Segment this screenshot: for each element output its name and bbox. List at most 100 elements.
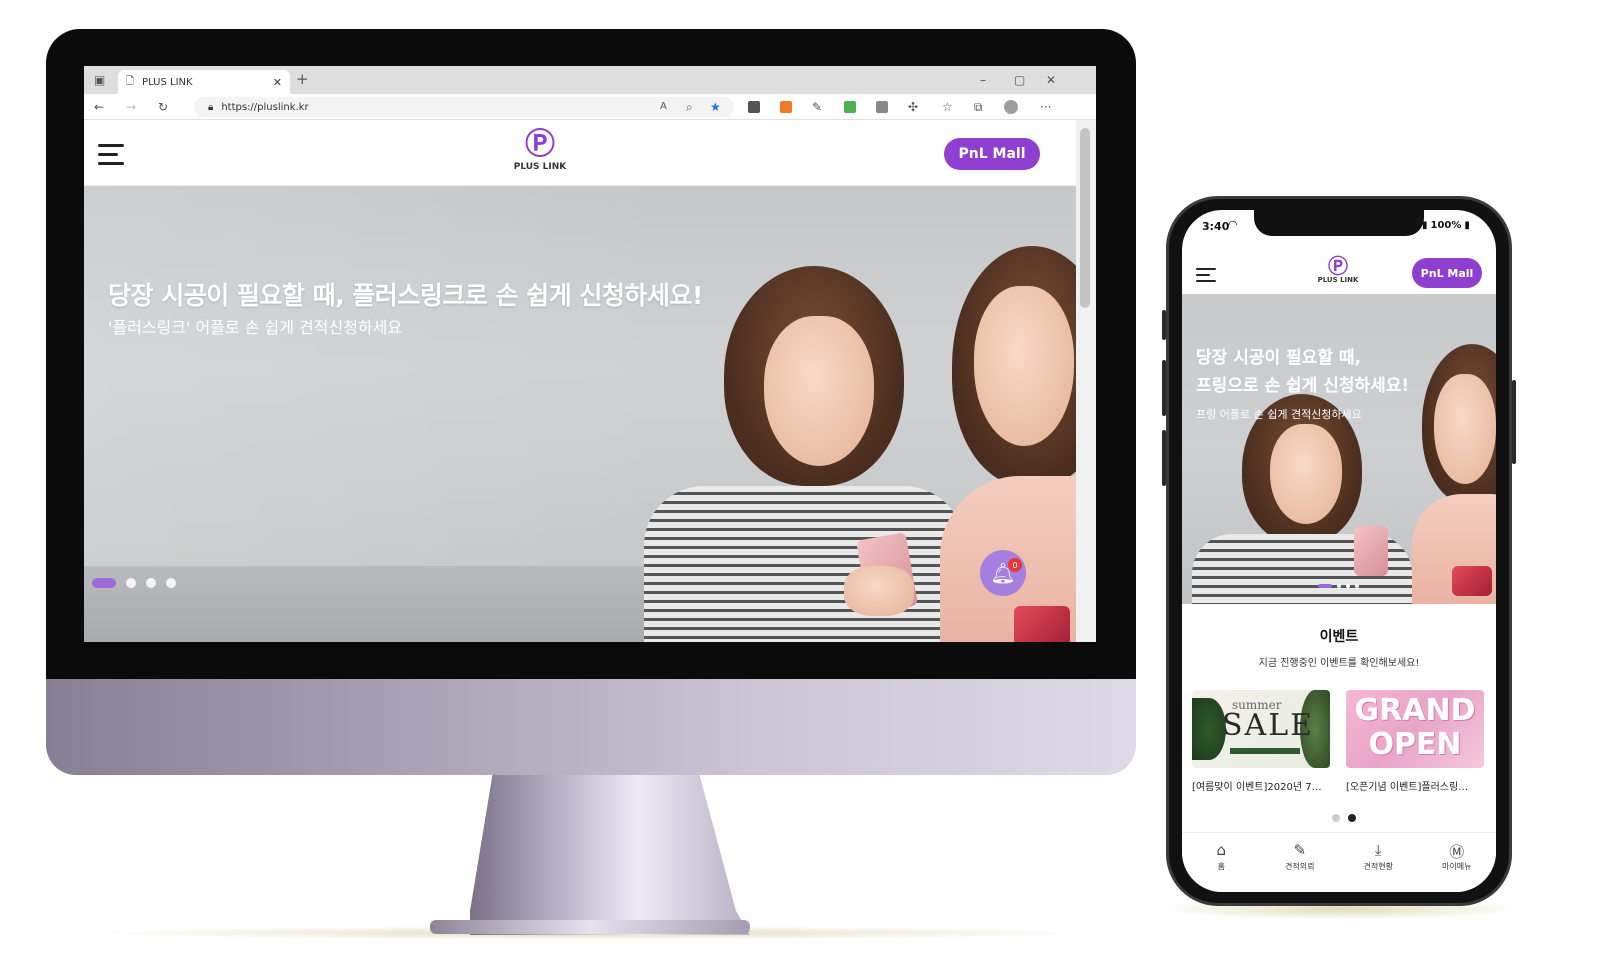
notification-button[interactable]: 🔔︎ [980, 550, 1026, 596]
mobile-hero-banner: 당장 시공이 필요할 때, 프링으로 손 쉽게 신청하세요! 프링 어플로 손 … [1182, 294, 1496, 604]
hero-banner: 당장 시공이 필요할 때, 플러스링크로 손 쉽게 신청하세요! '플러스링크'… [84, 186, 1076, 642]
zoom-icon[interactable]: ⌕ [686, 94, 693, 120]
events-pagination [1332, 814, 1356, 822]
photo-phone [1354, 526, 1388, 576]
read-aloud-icon[interactable]: A [660, 94, 667, 120]
back-icon[interactable]: ← [94, 94, 104, 120]
photo-phone [1014, 606, 1070, 642]
photo-shirt [644, 486, 964, 642]
scroll-thumb[interactable] [1080, 128, 1090, 308]
hero-subtitle: '플러스링크' 어플로 손 쉽게 견적신청하세요 [108, 318, 403, 337]
bottom-navigation: ⌂ 홈 ✎ 견적의뢰 ⤓ 견적현황 Ⓜ 마이메뉴 [1182, 832, 1496, 892]
address-bar[interactable]: 🔒︎ https://pluslink.kr [194, 97, 734, 117]
photo-face [974, 286, 1074, 446]
photo-hands [844, 566, 914, 616]
pen-icon[interactable]: ✎ [812, 94, 822, 120]
mobile-screen: 3:40 ◠ ▮ 100% ▮ Ⓟ PLUS LINK PnL Mall 당장 … [1182, 210, 1496, 892]
minimize-icon[interactable]: – [980, 67, 986, 93]
notification-badge: 0 [1008, 558, 1022, 572]
forward-icon[interactable]: → [126, 94, 136, 120]
status-right: ▮ 100% ▮ [1422, 220, 1470, 231]
monitor-chin [46, 679, 1136, 775]
pnl-mall-button[interactable]: PnL Mall [944, 138, 1040, 170]
logo-mark-icon: Ⓟ [1328, 254, 1348, 278]
favorites-icon[interactable]: ☆ [942, 94, 953, 120]
slide-dot[interactable] [1355, 584, 1359, 588]
phone-side-button [1512, 380, 1516, 464]
events-subtitle: 지금 진행중인 이벤트를 확인해보세요! [1258, 658, 1420, 669]
photo-phone [1452, 566, 1492, 596]
slide-dot[interactable] [1346, 584, 1350, 588]
mobile-hero-title: 당장 시공이 필요할 때, 프링으로 손 쉽게 신청하세요! [1196, 348, 1410, 396]
download-icon: ⤓ [1374, 841, 1382, 859]
mobile-hamburger-icon[interactable] [1196, 268, 1216, 288]
monitor-stand [470, 775, 750, 935]
hamburger-menu-icon[interactable] [98, 144, 124, 171]
nav-quote-request[interactable]: ✎ 견적의뢰 [1270, 841, 1330, 892]
banner-big-text: SALE [1222, 708, 1315, 743]
url-text: https://pluslink.kr [221, 101, 309, 113]
photo-face [764, 316, 874, 466]
extension-icon[interactable] [876, 101, 888, 113]
browser-tab[interactable]: 🗋 PLUS LINK ✕ [118, 70, 290, 94]
leaf-shape [1192, 698, 1226, 760]
mobile-pnl-mall-button[interactable]: PnL Mall [1412, 258, 1482, 288]
slide-dot[interactable] [1348, 814, 1356, 822]
phone-notch [1254, 210, 1424, 236]
mobile-logo[interactable]: Ⓟ PLUS LINK [1298, 256, 1378, 284]
extension-icon[interactable] [844, 101, 856, 113]
slide-dot[interactable] [166, 578, 176, 588]
favorite-star-icon[interactable]: ★ [710, 94, 721, 120]
logo-mark-icon: Ⓟ [525, 127, 555, 162]
tab-title: PLUS LINK [142, 76, 193, 88]
nav-quote-status[interactable]: ⤓ 견적현황 [1348, 841, 1408, 892]
new-tab-icon[interactable]: + [296, 66, 309, 92]
hero-title: 당장 시공이 필요할 때, 플러스링크로 손 쉽게 신청하세요! [108, 281, 703, 310]
page-icon: 🗋 [126, 75, 135, 87]
more-icon[interactable]: ··· [1040, 94, 1051, 120]
extension-icon[interactable] [748, 101, 760, 113]
extension-icon[interactable] [780, 101, 792, 113]
slide-dot[interactable] [92, 578, 116, 588]
close-window-icon[interactable]: ✕ [1046, 67, 1056, 93]
event-caption[interactable]: [오픈기념 이벤트]플러스링… [1346, 778, 1484, 793]
collections-icon[interactable]: ⧉ [974, 94, 983, 120]
site-header: Ⓟ PLUS LINK PnL Mall [84, 120, 1076, 186]
slide-pagination [92, 578, 176, 588]
tab-actions-icon[interactable]: ▣ [94, 67, 105, 93]
slide-dot[interactable] [146, 578, 156, 588]
slide-dot[interactable] [1318, 584, 1332, 588]
banner-big-text: GRAND OPEN [1354, 693, 1476, 762]
slide-dot[interactable] [1332, 814, 1340, 822]
site-logo[interactable]: Ⓟ PLUS LINK [504, 127, 576, 173]
mobile-hero-subtitle: 프링 어플로 손 쉽게 견적신청하세요 [1196, 408, 1362, 421]
events-title: 이벤트 [1319, 629, 1359, 645]
slide-dot[interactable] [126, 578, 136, 588]
photo-face [1434, 374, 1496, 484]
monitor-stand-base [430, 920, 750, 934]
wifi-icon: ◠ [1228, 218, 1238, 231]
browser-toolbar: ← → ↻ 🔒︎ https://pluslink.kr A ⌕ ★ ✎ ✣ ☆… [84, 94, 1096, 120]
lock-icon: 🔒︎ [208, 101, 214, 113]
puzzle-icon[interactable]: ✣ [908, 94, 918, 120]
event-banner-summer-sale[interactable]: summer SALE [1192, 690, 1330, 768]
maximize-icon[interactable]: ▢ [1014, 67, 1025, 93]
event-caption[interactable]: [여름맞이 이벤트]2020년 7… [1192, 778, 1330, 793]
desktop-browser-window: ▣ 🗋 PLUS LINK ✕ + – ▢ ✕ ← → ↻ 🔒︎ https:/… [84, 66, 1096, 642]
logo-text: PLUS LINK [513, 162, 567, 172]
home-icon: ⌂ [1216, 841, 1227, 859]
status-time: 3:40 [1202, 220, 1230, 233]
signal-icon: ▮ [1422, 220, 1428, 231]
close-tab-icon[interactable]: ✕ [273, 76, 282, 89]
nav-home[interactable]: ⌂ 홈 [1191, 841, 1251, 892]
event-banner-grand-open[interactable]: GRAND OPEN [1346, 690, 1484, 768]
battery-text: 100% [1430, 220, 1462, 231]
profile-avatar[interactable] [1004, 100, 1018, 114]
banner-ribbon [1230, 748, 1300, 754]
slide-dot[interactable] [1337, 584, 1341, 588]
mobile-slide-pagination [1318, 584, 1359, 588]
nav-my-menu[interactable]: Ⓜ 마이메뉴 [1427, 841, 1487, 892]
edit-icon: ✎ [1293, 841, 1307, 859]
reload-icon[interactable]: ↻ [158, 94, 168, 120]
browser-tab-bar: ▣ 🗋 PLUS LINK ✕ + – ▢ ✕ [84, 66, 1096, 94]
